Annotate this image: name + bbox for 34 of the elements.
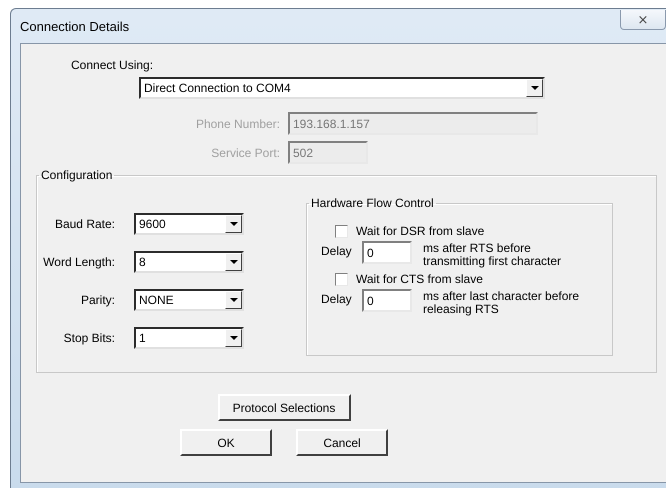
delay-field[interactable]: 0 [362, 241, 412, 264]
setting-dropdown[interactable]: 8 [134, 251, 244, 273]
ok-button[interactable]: OK [180, 429, 272, 456]
field-label: Delay [321, 291, 353, 306]
checkbox[interactable] [335, 272, 348, 286]
dropdown-arrow-icon [230, 260, 238, 264]
field-label: Connect Using: [71, 58, 154, 72]
field-label: Baud Rate: [54, 217, 115, 231]
field-label: Phone Number: [196, 116, 280, 130]
field-label: Delay [321, 243, 353, 258]
setting-dropdown[interactable]: 1 [134, 327, 244, 349]
checkbox-label: Wait for DSR from slave [356, 224, 484, 238]
group-title: Configuration [40, 168, 114, 182]
close-button[interactable]: ⨯ [620, 10, 666, 30]
cancel-button[interactable]: Cancel [296, 429, 388, 456]
dropdown-arrow-icon [230, 298, 238, 302]
checkbox[interactable] [335, 224, 348, 238]
field-label: Word Length: [43, 255, 115, 269]
field-label: Parity: [80, 293, 115, 307]
dropdown-arrow-icon [230, 336, 238, 340]
dropdown-arrow-icon [230, 222, 238, 226]
setting-dropdown[interactable]: 9600 [134, 213, 244, 235]
dropdown-arrow-icon [530, 86, 538, 90]
group-title: Hardware Flow Control [310, 196, 435, 210]
window-title: Connection Details [20, 18, 130, 34]
field-label: Service Port: [211, 146, 280, 160]
connect-using-dropdown[interactable]: Direct Connection to COM4 [139, 77, 545, 99]
setting-dropdown[interactable]: NONE [134, 289, 244, 311]
delay-note: ms after last character before releasing RTS [423, 289, 580, 316]
protocol-selections-button[interactable]: Protocol Selections [218, 394, 350, 421]
delay-field[interactable]: 0 [362, 289, 412, 312]
delay-note: ms after RTS before transmitting first character [423, 241, 562, 268]
field-label: Stop Bits: [64, 331, 115, 345]
checkbox-label: Wait for CTS from slave [356, 272, 483, 286]
